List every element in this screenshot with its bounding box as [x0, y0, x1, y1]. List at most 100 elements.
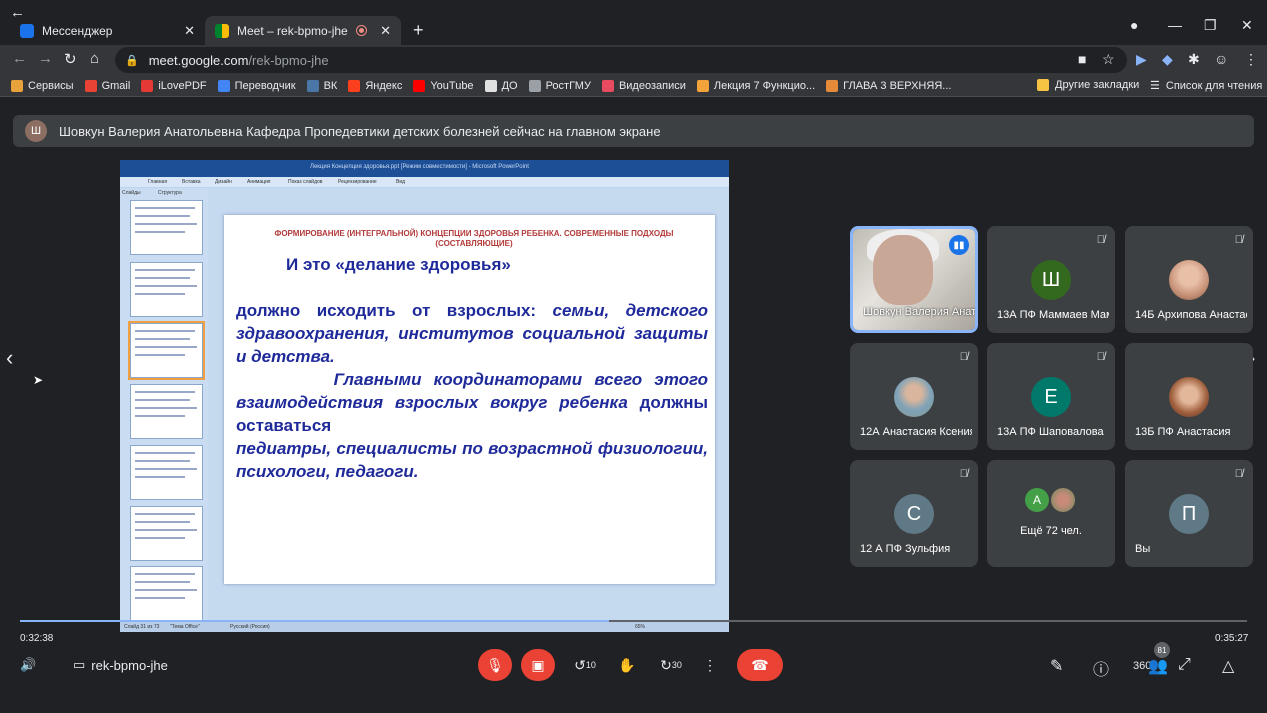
participant-tile[interactable]: 13Б ПФ Анастасия	[1125, 343, 1253, 450]
bookmark-label: Переводчик	[234, 79, 296, 92]
participant-name: 13Б ПФ Анастасия	[1135, 426, 1231, 438]
shared-screen: Лекция Концепция здоровья.ppt [Режим сов…	[120, 160, 729, 632]
slide-counter: Слайд 31 из 73	[124, 624, 160, 630]
ribbon-tab: Главная	[148, 179, 168, 185]
ribbon-tab: Анимация	[247, 179, 271, 185]
minimize-icon[interactable]: —	[1168, 17, 1182, 33]
bookmark[interactable]: ВК	[306, 79, 337, 92]
profile-dropdown-icon[interactable]: ●	[1130, 17, 1138, 33]
slide-thumbnail	[130, 445, 203, 500]
lock-icon: 🔒	[125, 54, 139, 67]
captions-icon[interactable]: ▭	[73, 657, 85, 673]
bookmark[interactable]: РостГМУ	[528, 79, 591, 92]
tab-messenger[interactable]: Мессенджер ✕	[10, 16, 205, 45]
new-tab-button[interactable]: +	[413, 20, 424, 41]
close-icon[interactable]: ✕	[380, 23, 391, 39]
bookmark[interactable]: ГЛАВА 3 ВЕРХНЯЯ...	[826, 79, 952, 92]
volume-icon[interactable]: 🔊	[20, 657, 36, 673]
bookmark-label: YouTube	[430, 79, 474, 92]
skip-back-label: 10	[585, 660, 596, 670]
people-icon[interactable]: 👥	[1148, 656, 1168, 676]
pencil-icon[interactable]: ✎	[1050, 656, 1063, 676]
participant-tile[interactable]: 🎙̸ Е 13А ПФ Шаповалова	[987, 343, 1115, 450]
bookmark[interactable]: Gmail	[84, 79, 130, 92]
audio-active-icon: ▮▮	[949, 235, 969, 255]
more-options-button[interactable]: ⋮	[693, 649, 727, 681]
participant-name: 13А ПФ Маммаев Маммаев	[997, 309, 1109, 321]
translate-icon	[217, 79, 230, 92]
bookmark[interactable]: ДО	[484, 79, 518, 92]
avatar	[1169, 260, 1209, 300]
bookmark[interactable]: Сервисы	[11, 79, 74, 92]
avatar	[1051, 488, 1075, 512]
tab-meet[interactable]: Meet – rek-bpmo-jhe ✕	[205, 16, 401, 45]
skip-forward-label: 30	[671, 660, 682, 670]
bookmark[interactable]: iLovePDF	[141, 79, 207, 92]
close-icon[interactable]: ✕	[184, 23, 195, 39]
participant-tile[interactable]: 🎙̸ Ш 13А ПФ Маммаев Маммаев	[987, 226, 1115, 333]
more-participants-tile[interactable]: А Ещё 72 чел.	[987, 460, 1115, 567]
bookmarks-bar: Сервисы Gmail iLovePDF Переводчик ВК Янд…	[0, 75, 1267, 97]
participant-tile-self[interactable]: 🎙̸ П Вы	[1125, 460, 1253, 567]
shield-icon[interactable]: ◆	[1162, 51, 1173, 68]
window-close-icon[interactable]: ✕	[1241, 17, 1253, 34]
tab-title: Мессенджер	[42, 23, 113, 38]
recording-icon	[357, 26, 367, 35]
bookmark[interactable]: YouTube	[413, 79, 474, 92]
star-icon[interactable]: ☆	[1102, 51, 1115, 68]
ribbon-tab: Рецензирование	[338, 179, 377, 185]
slide-thumbnail	[130, 384, 203, 439]
forward-icon[interactable]: →	[38, 50, 53, 67]
back-icon[interactable]: ←	[12, 50, 27, 67]
mic-off-icon: 🎙̸	[959, 468, 968, 480]
panel-tab: Слайды	[122, 190, 141, 196]
menu-icon[interactable]: ⋮	[1244, 51, 1258, 68]
camera-off-button[interactable]: ▣	[521, 649, 555, 681]
participant-tile[interactable]: 🎙̸ С 12 А ПФ Зульфия	[850, 460, 978, 567]
folder-icon	[1037, 79, 1049, 91]
avatar[interactable]: ☺	[1214, 51, 1228, 67]
mic-off-button[interactable]: 🎙	[478, 649, 512, 681]
info-icon[interactable]: ⓘ	[1093, 656, 1109, 680]
prev-page-icon[interactable]: ‹	[6, 345, 13, 371]
bookmark-label: iLovePDF	[158, 79, 207, 92]
participant-tile[interactable]: 🎙̸ 12А Анастасия Ксения	[850, 343, 978, 450]
yandex-icon	[348, 79, 361, 92]
camera-icon[interactable]: ■	[1078, 51, 1086, 67]
meeting-code: ▭ rek-bpmo-jhe	[73, 657, 168, 673]
tab-title: Meet – rek-bpmo-jhe	[237, 23, 348, 38]
fullscreen-icon[interactable]: ⤢	[1178, 656, 1191, 674]
skip-back-button[interactable]: ↺ 10	[568, 649, 602, 681]
browser-tabbar: ← Мессенджер ✕ Meet – rek-bpmo-jhe ✕ + ●…	[0, 0, 1267, 45]
reload-icon[interactable]: ↻	[64, 50, 77, 68]
participant-name: 12 А ПФ Зульфия	[860, 543, 951, 555]
address-bar[interactable]: 🔒 meet.google.com /rek-bpmo-jhe	[115, 47, 1127, 73]
bookmark[interactable]: Лекция 7 Функцио...	[696, 79, 815, 92]
slide-thumbnail	[128, 321, 205, 380]
puzzle-icon[interactable]: ✱	[1188, 51, 1200, 68]
bookmark[interactable]: Яндекс	[348, 79, 403, 92]
activities-icon[interactable]: △	[1222, 656, 1234, 676]
avatar	[1169, 377, 1209, 417]
avatar: С	[894, 494, 934, 534]
raise-hand-button[interactable]: ✋	[610, 649, 644, 681]
skip-forward-button[interactable]: ↻ 30	[654, 649, 688, 681]
reading-list[interactable]: ☰ Список для чтения	[1150, 79, 1262, 93]
bookmark-label: Яндекс	[365, 79, 403, 92]
ppt-slides-panel: Слайды Структура	[120, 188, 208, 621]
url-host: meet.google.com	[148, 52, 249, 68]
bookmark[interactable]: Видеозаписи	[601, 79, 686, 92]
bookmark[interactable]: Переводчик	[217, 79, 296, 92]
participant-tile-speaker[interactable]: ▮▮ Шовкун Валерия Анатольевна	[850, 226, 978, 333]
home-icon[interactable]: ⌂	[90, 50, 99, 67]
participant-tile[interactable]: 🎙̸ 14Б Архипова Анастасия	[1125, 226, 1253, 333]
ribbon-tab: Вставка	[182, 179, 201, 185]
playback-progress[interactable]	[20, 620, 1247, 622]
extension-icon[interactable]: ▶	[1136, 51, 1147, 68]
bookmark-label: ГЛАВА 3 ВЕРХНЯЯ...	[843, 79, 952, 92]
maximize-icon[interactable]: ❐	[1204, 17, 1217, 34]
skip-forward-icon: ↻	[660, 656, 672, 673]
avatar: П	[1169, 494, 1209, 534]
leave-call-button[interactable]: ☎	[737, 649, 783, 681]
other-bookmarks[interactable]: Другие закладки	[1037, 79, 1139, 91]
